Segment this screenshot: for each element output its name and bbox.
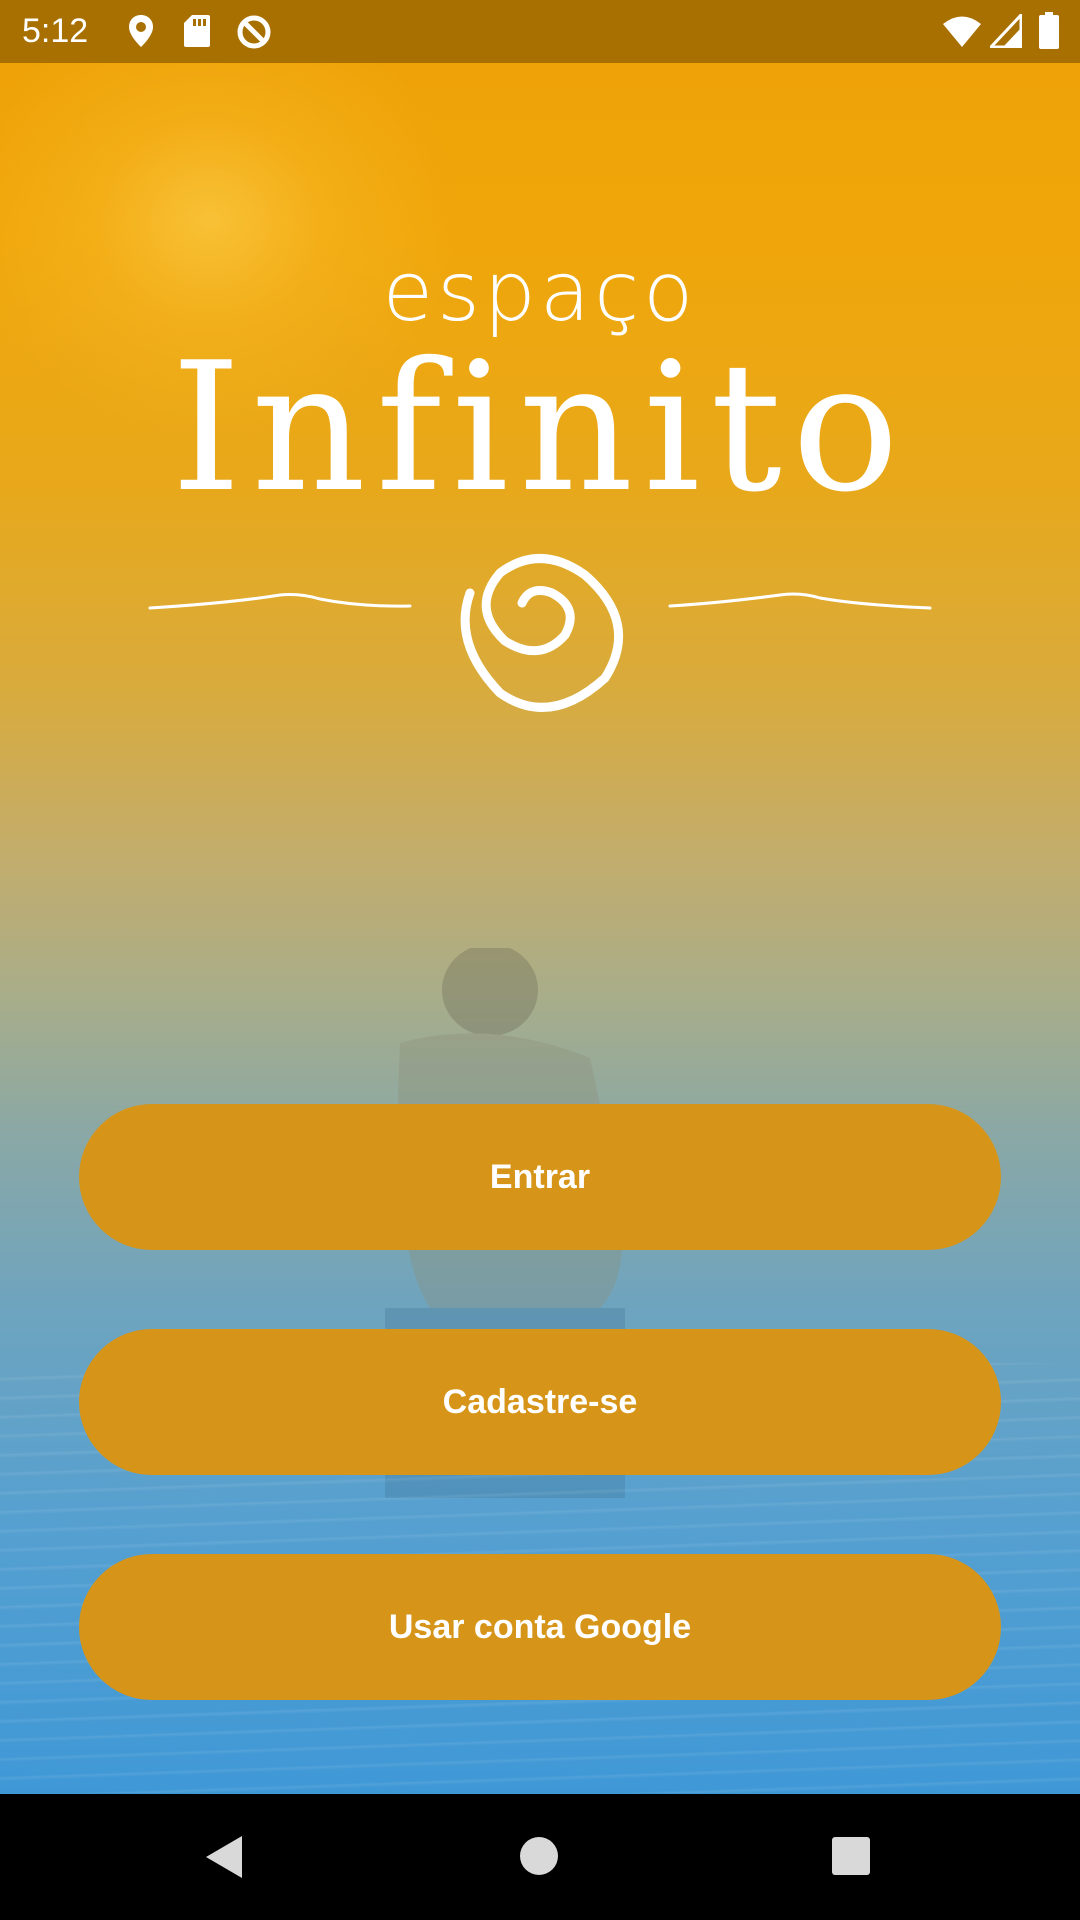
brand-ornament	[148, 554, 932, 712]
back-icon[interactable]	[204, 1834, 244, 1885]
sync-blocked-icon	[236, 14, 272, 55]
recents-icon[interactable]	[831, 1836, 871, 1881]
navigation-bar	[0, 1794, 1080, 1920]
status-time: 5:12	[22, 12, 89, 50]
home-icon[interactable]	[519, 1836, 559, 1881]
battery-icon	[1038, 12, 1060, 55]
status-bar: 5:12	[0, 0, 1080, 63]
brand-logo: espaço Infinito	[0, 63, 1080, 763]
location-pin-icon	[128, 14, 154, 53]
cell-signal-icon	[987, 11, 1023, 53]
splash-screen: espaço Infinito Entrar Cadastre-se Usar …	[0, 63, 1080, 1794]
login-button[interactable]: Entrar	[79, 1104, 1001, 1250]
google-signin-button[interactable]: Usar conta Google	[79, 1554, 1001, 1700]
signup-button[interactable]: Cadastre-se	[79, 1329, 1001, 1475]
wifi-icon	[942, 14, 982, 53]
sd-card-icon	[183, 14, 211, 53]
spiral-icon	[460, 554, 624, 712]
